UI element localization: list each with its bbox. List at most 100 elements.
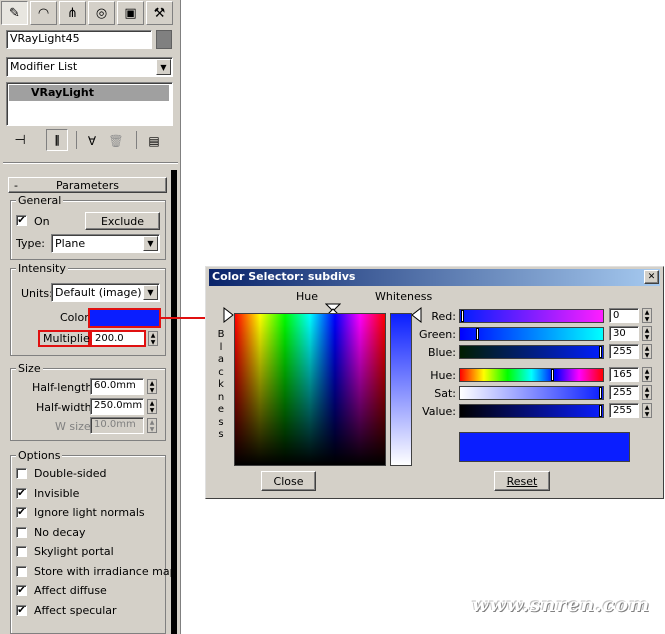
type-dropdown[interactable]: Plane ▼: [51, 234, 160, 253]
chevron-down-icon: ▼: [143, 285, 158, 300]
half-length-input[interactable]: 60.0mm: [90, 378, 144, 395]
blue-spinner[interactable]: ▲ ▼: [642, 344, 652, 359]
red-slider-thumb[interactable]: [461, 310, 464, 322]
option-checkbox[interactable]: ✔: [16, 585, 27, 596]
show-end-result-icon[interactable]: ‖: [46, 129, 68, 151]
hue-slider[interactable]: [459, 368, 604, 382]
option-checkbox[interactable]: [16, 565, 27, 577]
w-size-input[interactable]: 10.0mm: [90, 417, 144, 434]
option-checkbox[interactable]: [16, 526, 27, 538]
half-length-spinner[interactable]: ▲ ▼: [147, 379, 157, 394]
reset-button[interactable]: Reset: [494, 471, 550, 491]
blackness-letter: l: [219, 341, 223, 353]
dialog-titlebar: Color Selector: subdivs: [209, 269, 660, 286]
chevron-down-icon: ▼: [143, 236, 158, 251]
configure-sets-icon[interactable]: ▤: [144, 131, 164, 151]
option-label: Invisible: [34, 486, 80, 500]
modify-tab-icon[interactable]: ◠: [30, 1, 57, 25]
on-checkbox[interactable]: ✔: [16, 215, 27, 226]
intensity-group-title: Intensity: [16, 262, 68, 275]
multiplier-input[interactable]: 200.0: [90, 330, 146, 347]
option-label: Affect diffuse: [34, 584, 107, 597]
sat-slider-thumb[interactable]: [599, 387, 602, 399]
option-label: Double-sided: [34, 467, 107, 480]
light-color-swatch[interactable]: [88, 308, 161, 328]
w-size-spinner[interactable]: ▲ ▼: [147, 418, 157, 433]
object-name-field[interactable]: VRayLight45: [6, 30, 152, 49]
blackness-letter: c: [218, 366, 224, 378]
color-preview-swatch: [459, 432, 630, 462]
option-checkbox[interactable]: ✔: [16, 487, 27, 499]
whiteness-bar[interactable]: [390, 313, 412, 466]
multiplier-spinner[interactable]: ▲ ▼: [148, 331, 158, 346]
option-checkbox[interactable]: [16, 468, 27, 479]
value-slider-thumb[interactable]: [599, 405, 602, 417]
units-value: Default (image): [55, 286, 142, 299]
hierarchy-tab-icon[interactable]: ⋔: [59, 1, 86, 25]
blue-input[interactable]: 255: [609, 344, 639, 359]
value-label: Value:: [422, 405, 456, 418]
hue-input[interactable]: 165: [609, 367, 639, 382]
red-input[interactable]: 0: [609, 308, 639, 323]
utilities-tab-icon[interactable]: ⚒: [146, 1, 173, 25]
remove-modifier-icon[interactable]: 🗑: [106, 131, 126, 151]
make-unique-icon[interactable]: ∀: [82, 131, 102, 151]
sat-label: Sat:: [434, 387, 456, 400]
sat-input[interactable]: 255: [609, 385, 639, 400]
create-tab-icon[interactable]: ✎: [1, 1, 28, 25]
red-slider[interactable]: [459, 309, 604, 323]
blackness-letter: s: [218, 416, 224, 428]
half-width-input[interactable]: 250.0mm: [90, 398, 144, 415]
green-slider[interactable]: [459, 327, 604, 341]
blackness-letter: B: [217, 329, 225, 340]
red-spinner[interactable]: ▲ ▼: [642, 308, 652, 323]
display-tab-icon[interactable]: ▣: [117, 1, 144, 25]
motion-tab-icon[interactable]: ◎: [88, 1, 115, 25]
option-checkbox[interactable]: [16, 546, 27, 557]
option-label: Ignore light normals: [34, 506, 145, 519]
close-button[interactable]: Close: [261, 471, 316, 491]
object-color-swatch[interactable]: [156, 30, 172, 49]
blackness-letter: n: [217, 391, 225, 403]
parameters-rollout-header[interactable]: - Parameters: [8, 177, 167, 193]
chevron-down-icon: ▼: [156, 59, 171, 75]
exclude-button[interactable]: Exclude: [85, 212, 160, 230]
sat-spinner[interactable]: ▲ ▼: [642, 385, 652, 400]
blackness-letter: a: [217, 354, 225, 365]
pin-stack-icon[interactable]: ⊣: [10, 131, 30, 151]
value-slider[interactable]: [459, 404, 604, 418]
modifier-list-dropdown[interactable]: Modifier List ▼: [6, 57, 173, 77]
green-input[interactable]: 30: [609, 326, 639, 341]
blackness-letter: s: [218, 429, 224, 440]
blue-slider-thumb[interactable]: [599, 346, 602, 358]
blackness-label: Blackness: [215, 329, 227, 442]
dialog-title: Color Selector: subdivs: [212, 270, 356, 283]
sat-slider[interactable]: [459, 386, 604, 400]
half-length-label: Half-length:: [32, 381, 97, 394]
size-group-title: Size: [16, 362, 43, 375]
option-label: No decay: [34, 525, 86, 539]
dialog-close-icon[interactable]: ✕: [644, 270, 659, 284]
hue-spinner[interactable]: ▲ ▼: [642, 367, 652, 382]
stack-item-vraylight[interactable]: VRayLight: [9, 85, 169, 101]
green-label: Green:: [418, 328, 456, 341]
value-input[interactable]: 255: [609, 403, 639, 418]
half-width-spinner[interactable]: ▲ ▼: [147, 399, 157, 414]
type-label: Type:: [16, 237, 45, 250]
type-value: Plane: [55, 237, 86, 250]
option-checkbox[interactable]: ✔: [16, 507, 27, 518]
rollout-collapse-icon: -: [14, 178, 18, 192]
blue-slider[interactable]: [459, 345, 604, 359]
green-spinner[interactable]: ▲ ▼: [642, 326, 652, 341]
hue-blackness-picker[interactable]: [234, 313, 386, 466]
hue-slider-thumb[interactable]: [551, 369, 554, 381]
units-dropdown[interactable]: Default (image) ▼: [51, 283, 160, 302]
value-spinner[interactable]: ▲ ▼: [642, 403, 652, 418]
option-label: Skylight portal: [34, 545, 114, 558]
green-slider-thumb[interactable]: [476, 328, 479, 340]
whiteness-label: Whiteness: [375, 290, 433, 303]
option-checkbox[interactable]: ✔: [16, 604, 27, 616]
hue-label: Hue: [296, 290, 319, 303]
modifier-stack: VRayLight: [6, 82, 173, 126]
w-size-label: W size: [55, 420, 91, 433]
